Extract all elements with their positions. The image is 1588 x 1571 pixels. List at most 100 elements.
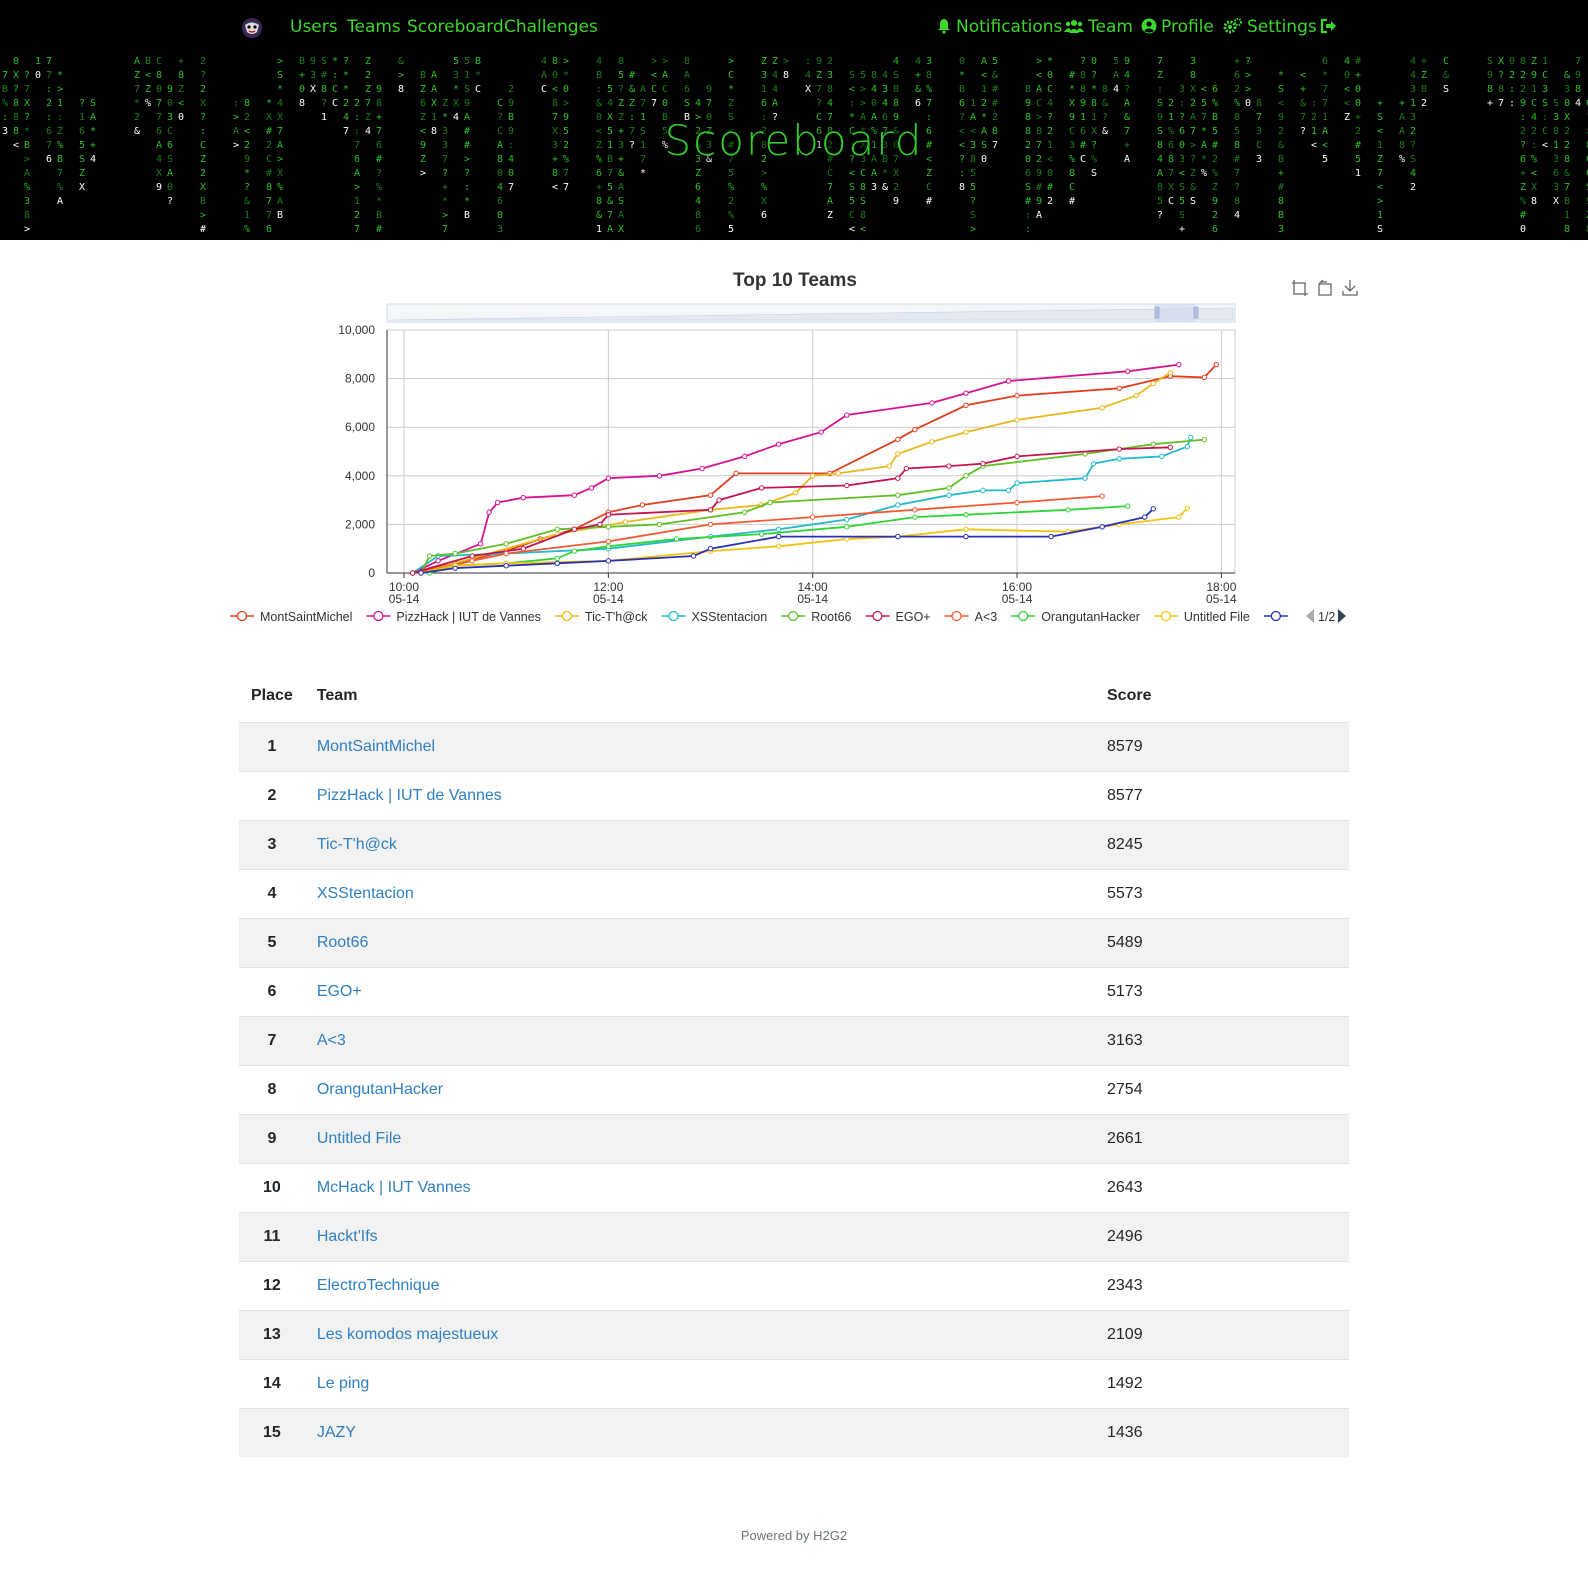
team-link[interactable]: Tic-T'h@ck — [317, 836, 397, 853]
svg-text:?: ? — [321, 98, 327, 109]
svg-text:<: < — [849, 224, 855, 235]
table-row: 14 Le ping 1492 — [239, 1359, 1349, 1409]
nav-team-label: Team — [1088, 17, 1133, 37]
svg-text:>: > — [1377, 196, 1383, 207]
svg-text:3: 3 — [926, 56, 932, 67]
svg-text:Z: Z — [695, 168, 701, 179]
svg-text:+: + — [178, 56, 184, 67]
svg-text:*: * — [640, 168, 646, 179]
data-point — [767, 499, 773, 506]
svg-text:A: A — [684, 70, 690, 81]
svg-text:4: 4 — [1124, 70, 1130, 81]
data-point — [639, 502, 646, 508]
nav-users[interactable]: Users — [290, 17, 338, 37]
team-link[interactable]: OrangutanHacker — [317, 1081, 443, 1098]
x-tick-date: 05-14 — [797, 592, 828, 606]
svg-text:A: A — [618, 182, 624, 193]
svg-text:X: X — [1498, 56, 1504, 67]
svg-text:*: * — [57, 70, 63, 81]
svg-text:B: B — [959, 84, 965, 95]
svg-text:4: 4 — [607, 98, 613, 109]
team-cell: Root66 — [304, 918, 1095, 968]
svg-text:7: 7 — [46, 56, 52, 67]
svg-text:8: 8 — [695, 210, 701, 221]
svg-text:#: # — [992, 84, 998, 95]
svg-text:>: > — [783, 56, 789, 67]
svg-text:0: 0 — [167, 182, 173, 193]
svg-text:2: 2 — [1168, 98, 1174, 109]
nav-logout[interactable] — [1320, 17, 1341, 37]
team-link[interactable]: PizzHack | IUT de Vannes — [317, 787, 502, 804]
team-link[interactable]: Untitled File — [317, 1130, 401, 1147]
svg-text:8: 8 — [1080, 84, 1086, 95]
nav-team[interactable]: Team — [1064, 17, 1133, 37]
score-cell: 2643 — [1095, 1163, 1349, 1213]
svg-text:8: 8 — [266, 182, 272, 193]
svg-text:C: C — [926, 182, 932, 193]
svg-text:A: A — [981, 56, 987, 67]
team-link[interactable]: A<3 — [317, 1032, 346, 1049]
svg-text:9: 9 — [816, 56, 822, 67]
svg-text:#: # — [376, 224, 382, 235]
svg-text:6: 6 — [266, 224, 272, 235]
chart-canvas[interactable]: 02,0004,0006,0008,00010,00010:0005-1412:… — [220, 262, 1370, 642]
team-link[interactable]: Hackt'Ifs — [317, 1228, 378, 1245]
hacker-mask-icon[interactable] — [240, 16, 264, 40]
svg-text:4: 4 — [277, 98, 283, 109]
nav-settings[interactable]: Settings — [1223, 17, 1317, 37]
svg-text:1: 1 — [981, 84, 987, 95]
team-link[interactable]: MontSaintMichel — [317, 738, 435, 755]
svg-text:2: 2 — [827, 56, 833, 67]
svg-text:+: + — [915, 70, 921, 81]
svg-text:&: & — [882, 182, 888, 193]
svg-text:&: & — [607, 196, 613, 207]
svg-text:?: ? — [1124, 84, 1130, 95]
svg-text:7: 7 — [1575, 56, 1581, 67]
y-tick-label: 0 — [368, 566, 375, 580]
data-point — [895, 533, 901, 540]
data-point — [741, 453, 748, 460]
team-link[interactable]: XSStentacion — [317, 885, 414, 902]
data-point — [963, 402, 969, 409]
team-link[interactable]: Les komodos majestueux — [317, 1326, 498, 1343]
svg-text:4: 4 — [1047, 98, 1053, 109]
svg-text::: : — [596, 84, 602, 95]
team-link[interactable]: Root66 — [317, 934, 369, 951]
nav-notifications[interactable]: Notifications — [936, 17, 1062, 37]
data-point — [656, 521, 663, 528]
table-row: 9 Untitled File 2661 — [239, 1114, 1349, 1164]
svg-text:6: 6 — [761, 98, 767, 109]
data-point — [571, 548, 578, 554]
svg-text:>: > — [200, 210, 206, 221]
svg-text:+: + — [1355, 70, 1361, 81]
nav-challenges[interactable]: Challenges — [504, 17, 598, 37]
svg-text:9: 9 — [1124, 56, 1130, 67]
svg-text:S: S — [618, 196, 624, 207]
team-link[interactable]: EGO+ — [317, 983, 362, 1000]
team-link[interactable]: ElectroTechnique — [317, 1277, 440, 1294]
nav-teams[interactable]: Teams — [347, 17, 401, 37]
nav-scoreboard[interactable]: Scoreboard — [407, 17, 504, 37]
score-cell: 8579 — [1095, 722, 1349, 772]
team-link[interactable]: JAZY — [317, 1424, 356, 1441]
data-point — [775, 533, 782, 540]
svg-text:A: A — [772, 98, 778, 109]
data-point — [673, 536, 680, 542]
svg-text:X: X — [310, 84, 316, 95]
team-link[interactable]: McHack | IUT Vannes — [317, 1179, 471, 1196]
score-cell: 3163 — [1095, 1016, 1349, 1066]
svg-text:8: 8 — [871, 70, 877, 81]
svg-text:5: 5 — [970, 182, 976, 193]
svg-text:4: 4 — [805, 70, 811, 81]
team-link[interactable]: Le ping — [317, 1375, 370, 1392]
svg-text:<: < — [1300, 70, 1306, 81]
data-point — [1125, 503, 1131, 509]
svg-text:%: % — [145, 98, 151, 109]
svg-text:7: 7 — [57, 168, 63, 179]
nav-profile[interactable]: Profile — [1141, 17, 1214, 37]
svg-text:%: % — [24, 182, 30, 193]
score-cell: 2496 — [1095, 1212, 1349, 1262]
svg-text:*: * — [277, 84, 283, 95]
svg-text:%: % — [1212, 98, 1218, 109]
svg-text:*: * — [1091, 84, 1097, 95]
